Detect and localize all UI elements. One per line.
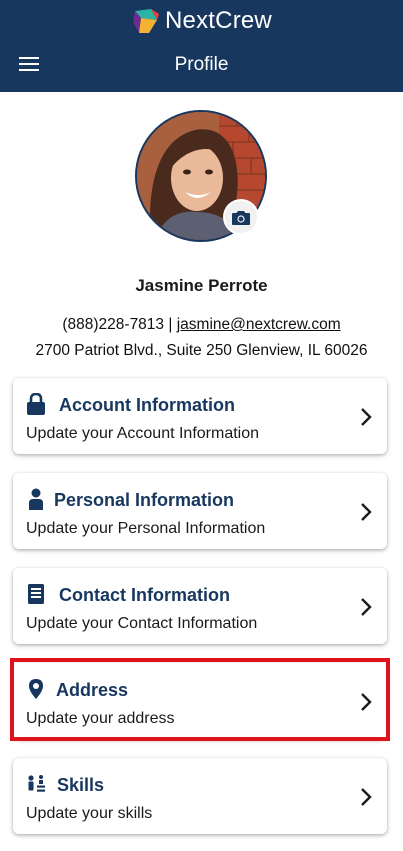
chevron-right-icon — [361, 503, 372, 521]
card-title: Account Information — [59, 395, 235, 415]
nextcrew-logo-icon — [133, 9, 160, 33]
card-subtitle: Update your Contact Information — [26, 615, 258, 632]
avatar-container — [135, 110, 267, 242]
contact-information-card[interactable]: Contact Information Update your Contact … — [13, 568, 387, 644]
card-title: Skills — [57, 775, 105, 795]
card-title: Contact Information — [59, 585, 230, 605]
contact-book-icon — [25, 582, 47, 606]
chevron-right-icon — [361, 598, 372, 616]
brand-name: NextCrew — [165, 7, 272, 34]
skills-card[interactable]: Skills Update your skills — [13, 758, 387, 834]
camera-icon — [232, 210, 250, 225]
contact-separator: | — [168, 316, 173, 333]
change-photo-button[interactable] — [225, 201, 257, 233]
personal-information-card[interactable]: Personal Information Update your Persona… — [13, 473, 387, 549]
skills-icon — [25, 772, 47, 796]
user-name: Jasmine Perrote — [135, 276, 268, 295]
brand: NextCrew — [0, 4, 403, 38]
card-title: Personal Information — [54, 490, 235, 510]
page-title: Profile — [174, 54, 229, 75]
card-subtitle: Update your Account Information — [26, 425, 260, 442]
email-link[interactable]: jasmine@nextcrew.com — [177, 316, 341, 333]
card-subtitle: Update your Personal Information — [26, 520, 266, 537]
person-icon — [25, 487, 47, 511]
phone-number[interactable]: (888)228-7813 — [62, 316, 164, 333]
profile-address: 2700 Patriot Blvd., Suite 250 Glenview, … — [35, 342, 368, 359]
contact-line: (888)228-7813 | jasmine@nextcrew.com — [0, 316, 403, 334]
card-subtitle: Update your skills — [26, 805, 153, 822]
address-highlight-box — [10, 658, 390, 741]
chevron-right-icon — [361, 408, 372, 426]
app-header: NextCrew Profile — [0, 0, 403, 92]
lock-icon — [25, 392, 47, 416]
account-information-card[interactable]: Account Information Update your Account … — [13, 378, 387, 454]
chevron-right-icon — [361, 788, 372, 806]
